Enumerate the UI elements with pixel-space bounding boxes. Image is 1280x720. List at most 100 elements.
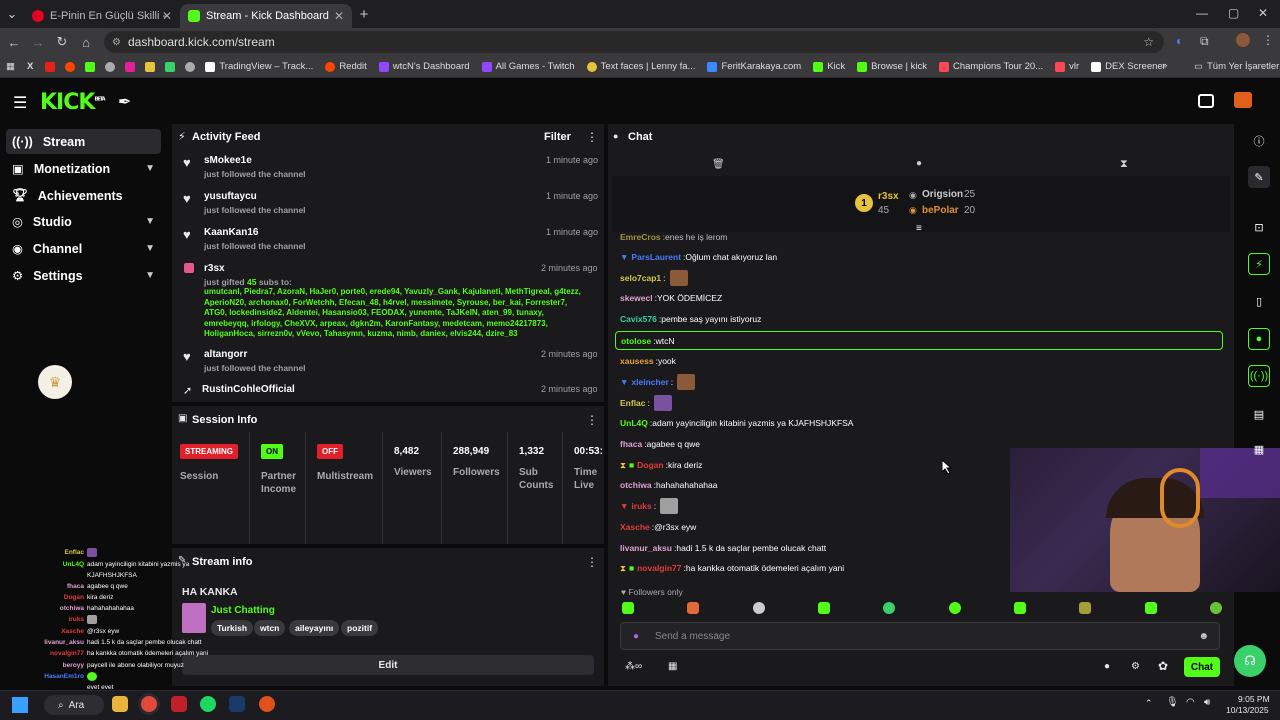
emote[interactable]	[752, 602, 765, 614]
minimize-icon[interactable]: —	[1196, 6, 1208, 20]
sidebar-item-monetization[interactable]: ▣ Monetization ▼	[6, 156, 161, 181]
broadcast-icon[interactable]: ((·))	[1248, 365, 1270, 387]
trash-icon[interactable]: 🗑︎	[712, 159, 725, 170]
mic-icon[interactable]: ●	[633, 631, 639, 642]
bookmark-ferit[interactable]: FeritKarakaya.com	[707, 61, 801, 72]
sidebar-item-studio[interactable]: ◎ Studio ▼	[6, 209, 161, 234]
pencil-icon[interactable]: ✎	[1248, 166, 1270, 188]
volume-icon[interactable]: 🔊︎	[1204, 697, 1210, 708]
chat-bubble-icon[interactable]: ●	[1104, 661, 1110, 672]
bookmark-dex[interactable]: DEX Screener	[1091, 61, 1166, 72]
feed-user[interactable]: yusuftaycu	[204, 191, 257, 202]
reload-icon[interactable]: ↻	[50, 34, 74, 50]
more-icon[interactable]: ⋮	[586, 413, 598, 427]
bookmark-browse-kick[interactable]: Browse | kick	[857, 61, 927, 72]
obs-icon[interactable]	[259, 696, 275, 712]
x-icon[interactable]: X	[27, 61, 33, 72]
profile-avatar[interactable]	[1236, 33, 1250, 47]
sidebar-item-achievements[interactable]: 🏆︎ Achievements	[6, 183, 161, 208]
url-input[interactable]: ⚙ dashboard.kick.com/stream ☆	[104, 31, 1164, 53]
close-icon[interactable]: ✕	[162, 9, 172, 23]
leader-user[interactable]: bePolar	[922, 205, 959, 216]
chrome-icon[interactable]	[141, 696, 157, 712]
store-icon[interactable]: ▦	[668, 661, 677, 672]
forward-icon[interactable]: →	[26, 35, 50, 50]
emote[interactable]	[1144, 602, 1157, 614]
bookmark-icon[interactable]	[125, 61, 136, 72]
emoji-icon[interactable]: ☻	[1198, 631, 1209, 642]
spotify-icon[interactable]	[200, 696, 216, 712]
taskbar-search[interactable]: ⌕ Ara	[44, 695, 104, 715]
grid-icon[interactable]: ▦	[1248, 438, 1270, 460]
hourglass-icon[interactable]: ⧗	[1120, 158, 1128, 171]
bookmark-twitch[interactable]: All Games - Twitch	[481, 61, 575, 72]
bookmark-icon[interactable]	[145, 61, 156, 72]
emote[interactable]	[1013, 602, 1026, 614]
emote[interactable]	[622, 602, 634, 614]
bookmark-tradingview[interactable]: TradingView – Track...	[205, 61, 313, 72]
screen-icon[interactable]	[1198, 94, 1214, 108]
more-icon[interactable]: ⋮	[586, 555, 598, 569]
globe-icon[interactable]	[185, 61, 196, 72]
globe-icon[interactable]	[105, 61, 116, 72]
feed-user[interactable]: sMokee1e	[204, 155, 252, 166]
close-icon[interactable]: ✕	[334, 9, 344, 23]
points-icon[interactable]: ⁂∞	[625, 661, 642, 672]
all-bookmarks[interactable]: ▭ Tüm Yer İşaretleri	[1194, 61, 1280, 72]
tray-chevron-icon[interactable]: ⌃	[1145, 698, 1153, 709]
info-icon[interactable]: ⓘ	[1248, 130, 1270, 152]
mic-tray-icon[interactable]: 🎙︎	[1166, 697, 1179, 708]
tab-list-chevron-icon[interactable]: ⌄	[0, 6, 24, 22]
emote[interactable]	[1209, 602, 1222, 614]
bookmark-champions[interactable]: Champions Tour 20...	[938, 61, 1043, 72]
hamburger-menu-icon[interactable]: ☰	[13, 93, 27, 113]
partner-income-toggle[interactable]: ON	[261, 444, 283, 459]
bookmark-icon[interactable]	[85, 61, 96, 72]
document-icon[interactable]: ▯	[1248, 290, 1270, 312]
bookmark-wtcn[interactable]: wtcN's Dashboard	[378, 61, 470, 72]
bookmark-kick[interactable]: Kick	[813, 61, 845, 72]
feed-user[interactable]: altangorr	[204, 349, 247, 360]
leader-user[interactable]: Origsion	[922, 189, 963, 200]
file-explorer-icon[interactable]	[112, 696, 128, 712]
site-info-icon[interactable]: ⚙	[112, 37, 121, 48]
menu-dots-icon[interactable]: ⋮	[1262, 33, 1274, 47]
sidebar-item-stream[interactable]: ((·)) Stream	[6, 129, 161, 154]
bookmark-vlr[interactable]: vlr	[1055, 61, 1079, 72]
feed-user[interactable]: r3sx	[204, 263, 225, 274]
reddit-small-icon[interactable]	[65, 61, 76, 72]
kick-logo[interactable]: KICKBETA	[40, 90, 106, 115]
flash-icon[interactable]: ⚡︎	[1248, 253, 1270, 275]
chat-send-button[interactable]: Chat	[1184, 657, 1220, 677]
extension-icon[interactable]: ◐	[1176, 34, 1183, 48]
emote[interactable]	[883, 602, 896, 614]
collapse-icon[interactable]: ≡	[916, 223, 922, 234]
gift-icon[interactable]: ✿	[1158, 659, 1168, 673]
message-icon[interactable]: ●	[916, 158, 922, 169]
chat-settings-icon[interactable]: ⚙	[1131, 661, 1140, 672]
focus-icon[interactable]: ⊡	[1248, 216, 1270, 238]
layout-icon[interactable]: ▤	[1248, 403, 1270, 425]
app-icon[interactable]	[171, 696, 187, 712]
back-icon[interactable]: ←	[2, 35, 26, 50]
browser-tab-kick[interactable]: Stream - Kick Dashboard ✕	[180, 4, 352, 28]
multistream-toggle[interactable]: OFF	[317, 444, 343, 459]
leader-user[interactable]: r3sx	[878, 191, 899, 202]
youtube-icon[interactable]	[45, 61, 56, 72]
feed-user[interactable]: KaanKan16	[204, 227, 258, 238]
extensions-icon[interactable]: ⧉	[1200, 34, 1209, 49]
emote[interactable]	[948, 602, 961, 614]
clock-time[interactable]: 9:05 PM	[1238, 694, 1270, 704]
apps-icon[interactable]: ▦	[6, 61, 15, 72]
emote[interactable]	[687, 602, 700, 614]
chat-input[interactable]: ● Send a message ☻	[620, 622, 1220, 650]
bookmark-lenny[interactable]: Text faces | Lenny fa...	[586, 61, 695, 72]
filter-button[interactable]: Filter	[544, 131, 571, 143]
more-icon[interactable]: ⋮	[586, 130, 598, 144]
windows-start-icon[interactable]	[12, 697, 28, 713]
window-close-icon[interactable]: ✕	[1258, 6, 1268, 20]
sidebar-item-settings[interactable]: ⚙ Settings ▼	[6, 263, 161, 288]
maximize-icon[interactable]: ▢	[1228, 6, 1239, 20]
browser-tab-pinterest[interactable]: E-Pinin En Güçlü Skilli - Pindirin ✕	[24, 4, 180, 28]
chat-panel-icon[interactable]: ●	[1248, 328, 1270, 350]
